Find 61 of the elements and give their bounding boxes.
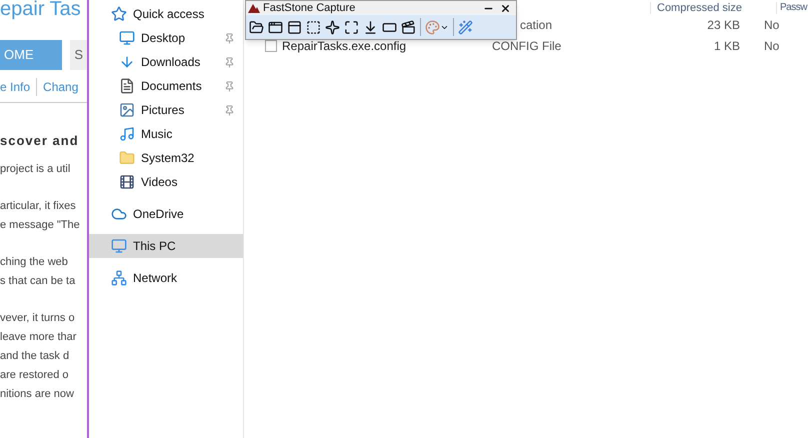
star-icon: [111, 6, 127, 22]
nav-item[interactable]: Pictures: [89, 98, 243, 122]
nav-item[interactable]: Documents: [89, 74, 243, 98]
pin-icon: [224, 104, 235, 116]
paragraph-line: vever, it turns o: [0, 310, 76, 326]
page-title: epair Tas: [0, 0, 82, 22]
nav-item[interactable]: Videos: [89, 170, 243, 194]
open-folder-icon[interactable]: [249, 20, 264, 34]
file-type: cation: [520, 18, 552, 32]
paragraph-line: leave more thar: [0, 330, 78, 344]
nav-item[interactable]: OneDrive: [89, 202, 243, 226]
desktop-icon: [119, 30, 135, 46]
nav-item[interactable]: Quick access: [89, 2, 243, 26]
nav-item[interactable]: Desktop: [89, 26, 243, 50]
magic-wand-icon[interactable]: [458, 20, 473, 34]
film-icon[interactable]: [401, 20, 416, 34]
paragraph-line: articular, it fixes: [0, 198, 77, 214]
window-icon[interactable]: [268, 20, 283, 34]
nav-item[interactable]: Music: [89, 122, 243, 146]
paragraph-line: s that can be ta: [0, 274, 76, 288]
row-checkbox[interactable]: [265, 40, 277, 52]
pin-icon: [224, 32, 235, 44]
folder-icon: [119, 150, 135, 166]
mountain-logo-icon: [248, 3, 260, 13]
toolbar-title: FastStone Capture: [263, 2, 356, 14]
dashed-rectangle-icon[interactable]: [306, 20, 321, 34]
password-value: No: [764, 16, 780, 34]
file-size: 1 KB: [712, 38, 740, 54]
music-note-icon: [119, 126, 135, 142]
column-header[interactable]: Passw: [776, 2, 807, 14]
picture-icon: [119, 102, 135, 118]
nav-item[interactable]: System32: [89, 146, 243, 170]
nav-item[interactable]: Downloads: [89, 50, 243, 74]
nav-tab[interactable]: S: [70, 40, 87, 70]
file-type: CONFIG File: [492, 38, 562, 52]
paragraph-line: e message "The: [0, 218, 81, 232]
paragraph-line: and the task d: [0, 348, 70, 364]
network-icon: [111, 270, 127, 286]
paragraph-line: nitions are now: [0, 386, 75, 402]
section-heading: scover and: [0, 132, 80, 150]
corners-icon[interactable]: [344, 20, 359, 34]
pin-icon: [224, 80, 235, 92]
computer-icon: [111, 238, 127, 254]
paragraph-line: project is a util: [0, 162, 72, 176]
cloud-icon: [111, 206, 127, 222]
pin-icon: [224, 56, 235, 68]
column-header[interactable]: Compressed size: [650, 2, 776, 14]
paragraph-line: are restored o: [0, 368, 70, 382]
nav-item[interactable]: Network: [89, 266, 243, 290]
close-icon[interactable]: [500, 2, 511, 14]
down-arrow-icon[interactable]: [363, 20, 378, 34]
film-icon: [119, 174, 135, 190]
download-icon: [119, 54, 135, 70]
paragraph-line: ching the web: [0, 254, 69, 270]
password-value: No: [764, 38, 780, 54]
nav-item[interactable]: This PC: [89, 234, 243, 258]
file-size: 23 KB: [706, 16, 740, 34]
file-name: RepairTasks.exe.config: [282, 38, 406, 54]
star-shape-icon[interactable]: [325, 20, 340, 34]
panel-icon[interactable]: [287, 20, 302, 34]
document-icon: [119, 78, 135, 94]
